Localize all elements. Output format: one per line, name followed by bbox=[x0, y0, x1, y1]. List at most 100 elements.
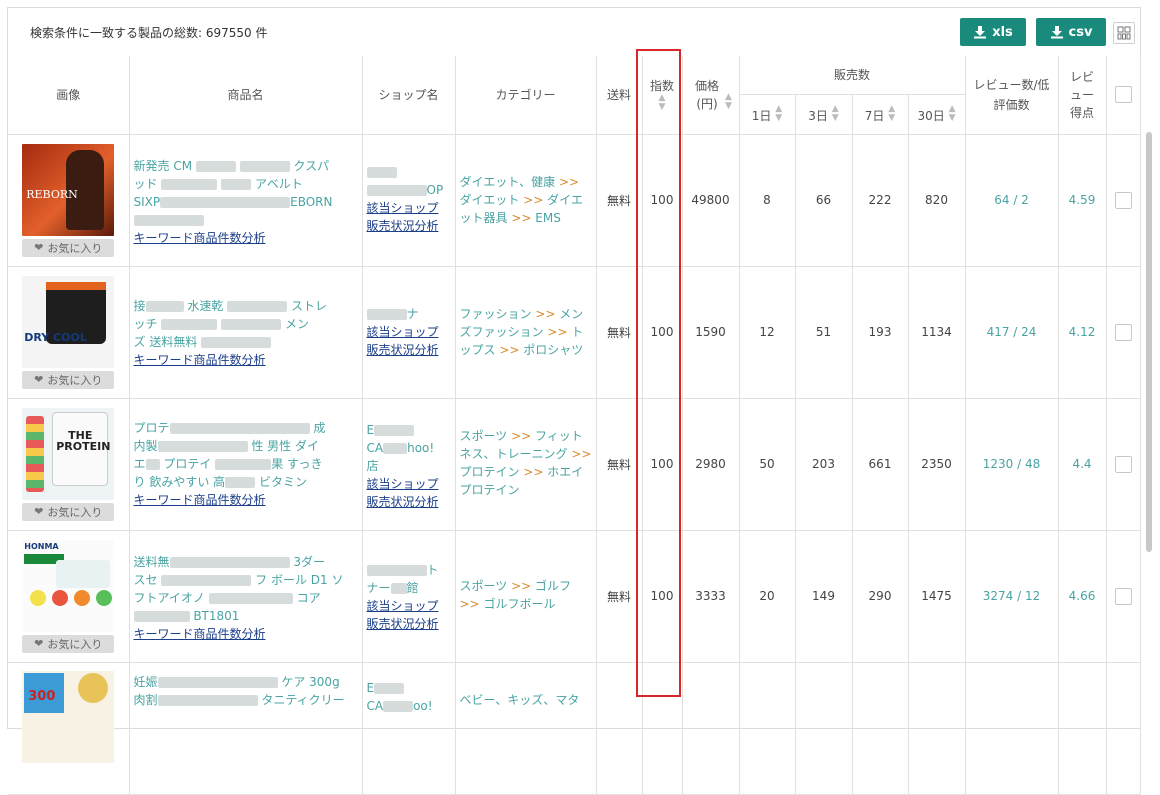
col-sales-1d[interactable]: 1日 ▲ ▼ bbox=[739, 94, 796, 135]
col-sales-3d[interactable]: 3日 ▲ ▼ bbox=[795, 94, 853, 135]
favorite-label: お気に入り bbox=[47, 241, 103, 255]
category-link[interactable]: スポーツ bbox=[460, 429, 508, 443]
shop-name-text[interactable]: OP bbox=[427, 183, 444, 197]
row-checkbox[interactable] bbox=[1114, 191, 1132, 209]
results-panel: 検索条件に一致する製品の総数: 697550 件 xls csv 画像 商品名 bbox=[7, 7, 1141, 795]
shop-name-text[interactable]: ト bbox=[427, 563, 439, 577]
col-sales-7d[interactable]: 7日 ▲ ▼ bbox=[852, 94, 909, 135]
review-score-cell: 4.59 bbox=[1058, 134, 1107, 267]
product-image[interactable]: 300 bbox=[22, 670, 115, 763]
product-image[interactable]: THE PROTEIN bbox=[22, 407, 115, 500]
export-csv-button[interactable]: csv bbox=[1036, 18, 1106, 46]
shop-name-text[interactable]: CA bbox=[367, 699, 384, 713]
category-link[interactable]: EMS bbox=[535, 211, 561, 225]
col-select-all[interactable] bbox=[1106, 56, 1141, 135]
sales-1d-cell: 12 bbox=[739, 266, 796, 399]
select-cell bbox=[1106, 530, 1141, 663]
category-link[interactable]: ベビー、キッズ、マタ bbox=[460, 693, 580, 707]
col-sales-group: 販売数 bbox=[739, 56, 966, 95]
sales-analysis-link[interactable]: 販売状況分析 bbox=[367, 341, 451, 359]
shop-link[interactable]: 該当ショップ bbox=[367, 597, 451, 615]
row-checkbox[interactable] bbox=[1114, 455, 1132, 473]
sales-3d-cell: 66 bbox=[795, 134, 853, 267]
keyword-analysis-link[interactable]: キーワード商品件数分析 bbox=[134, 231, 266, 245]
product-name-text: プロテイ bbox=[163, 456, 212, 471]
sales-7d-cell: 661 bbox=[852, 398, 909, 531]
col-price[interactable]: 価格(円) ▲ ▼ bbox=[682, 56, 740, 135]
shipping-cell bbox=[596, 662, 643, 795]
shop-name-text[interactable]: hoo! bbox=[407, 441, 434, 455]
category-link[interactable]: ゴルフ bbox=[535, 579, 571, 593]
shop-link[interactable]: 該当ショップ bbox=[367, 475, 451, 493]
shop-name-text[interactable]: ナー bbox=[367, 581, 391, 595]
category-link[interactable]: ファッション bbox=[460, 307, 532, 321]
vertical-scrollbar[interactable] bbox=[1146, 132, 1152, 552]
product-name-text: EBORN bbox=[290, 194, 333, 209]
favorite-button[interactable]: ❤ お気に入り bbox=[22, 634, 115, 653]
sales-7d-cell: 193 bbox=[852, 266, 909, 399]
sales-analysis-link[interactable]: 販売状況分析 bbox=[367, 615, 451, 633]
keyword-analysis-link[interactable]: キーワード商品件数分析 bbox=[134, 627, 266, 641]
product-image-cell: REBORN ❤ お気に入り bbox=[8, 134, 130, 267]
favorite-button[interactable]: ❤ お気に入り bbox=[22, 370, 115, 389]
product-image[interactable]: REBORN bbox=[22, 143, 115, 236]
sales-7d-cell: 222 bbox=[852, 134, 909, 267]
product-image[interactable]: DRY COOL bbox=[22, 275, 115, 368]
reviews-cell[interactable]: 3274 / 12 bbox=[965, 530, 1059, 663]
category-link[interactable]: ダイエット bbox=[460, 193, 520, 207]
product-name-link[interactable]: 送料無 3ダー スセ フ ボール D1 ソ フトアイオノ コア BT1801 bbox=[130, 553, 362, 625]
reviews-cell[interactable]: 417 / 24 bbox=[965, 266, 1059, 399]
shop-name-text[interactable]: E bbox=[367, 423, 375, 437]
sales-analysis-link[interactable]: 販売状況分析 bbox=[367, 493, 451, 511]
category-link[interactable]: スポーツ bbox=[460, 579, 508, 593]
product-table: 画像 商品名 ショップ名 カテゴリー 送料 指数 ▲ ▼ 価格(円) ▲ ▼ 販売数 … bbox=[8, 56, 1141, 795]
product-name-text: SIXP bbox=[133, 194, 161, 209]
col-category: カテゴリー bbox=[455, 56, 597, 135]
category-cell: スポーツ >> ゴルフ >> ゴルフボール bbox=[455, 530, 597, 663]
keyword-analysis-link[interactable]: キーワード商品件数分析 bbox=[134, 353, 266, 367]
favorite-button[interactable]: ❤ お気に入り bbox=[22, 238, 115, 257]
keyword-analysis-link[interactable]: キーワード商品件数分析 bbox=[134, 493, 266, 507]
favorite-button[interactable]: ❤ お気に入り bbox=[22, 502, 115, 521]
sales-30d-cell bbox=[908, 662, 966, 795]
category-link[interactable]: プロテイン bbox=[460, 465, 520, 479]
shop-name-text[interactable]: 館 bbox=[407, 581, 419, 595]
shop-name-text[interactable]: CA bbox=[367, 441, 384, 455]
shop-link[interactable]: 該当ショップ bbox=[367, 199, 451, 217]
product-name-text: り 飲みやすい 高 bbox=[133, 474, 226, 489]
reviews-cell[interactable]: 1230 / 48 bbox=[965, 398, 1059, 531]
row-checkbox[interactable] bbox=[1114, 323, 1132, 341]
product-name-text: 水速乾 bbox=[187, 298, 224, 313]
column-settings-button[interactable] bbox=[1113, 22, 1135, 44]
shop-name-text[interactable]: oo! bbox=[413, 699, 433, 713]
export-xls-button[interactable]: xls bbox=[960, 18, 1026, 46]
product-name-link[interactable]: 妊娠 ケア 300g 肉割 タニティクリー bbox=[130, 673, 362, 709]
shop-link[interactable]: 該当ショップ bbox=[367, 323, 451, 341]
product-name-link[interactable]: プロテ 成 内製 性 男性 ダイ エ プロテイ 果 すっき り 飲みやすい 高 … bbox=[130, 419, 362, 491]
select-cell bbox=[1106, 662, 1141, 795]
product-image-cell: HONMA ❤ お気に入り bbox=[8, 530, 130, 663]
sales-analysis-link[interactable]: 販売状況分析 bbox=[367, 217, 451, 235]
col-index[interactable]: 指数 ▲ ▼ bbox=[642, 56, 683, 135]
row-checkbox[interactable] bbox=[1114, 587, 1132, 605]
category-link[interactable]: ダイエット、健康 bbox=[460, 175, 556, 189]
select-all-checkbox[interactable] bbox=[1114, 86, 1132, 104]
review-score-cell: 4.4 bbox=[1058, 398, 1107, 531]
category-link[interactable]: ポロシャツ bbox=[523, 343, 583, 357]
product-name-text: 新発売 CM bbox=[133, 158, 193, 173]
col-sales-7d-label: 7日 bbox=[864, 108, 885, 123]
shop-name-text[interactable]: ナ bbox=[407, 307, 419, 321]
col-sales-30d[interactable]: 30日 ▲ ▼ bbox=[908, 94, 966, 135]
sort-icon: ▲ ▼ bbox=[888, 103, 896, 123]
category-link[interactable]: ゴルフボール bbox=[483, 597, 555, 611]
col-product-name: 商品名 bbox=[129, 56, 363, 135]
product-name-link[interactable]: 新発売 CM クスパ ッド アベルト SIXP EBORN bbox=[130, 157, 362, 229]
product-name-text: プロテ bbox=[133, 420, 170, 435]
product-image[interactable]: HONMA bbox=[22, 539, 115, 632]
review-count: 1230 bbox=[982, 457, 1014, 471]
product-name-link[interactable]: 接 水速乾 ストレ ッチ メン ズ 送料無料 bbox=[130, 297, 362, 351]
col-index-label: 指数 bbox=[649, 79, 674, 94]
shop-name-text[interactable]: 店 bbox=[367, 459, 379, 473]
shop-name-text[interactable]: E bbox=[367, 681, 375, 695]
reviews-cell[interactable]: 64 / 2 bbox=[965, 134, 1059, 267]
